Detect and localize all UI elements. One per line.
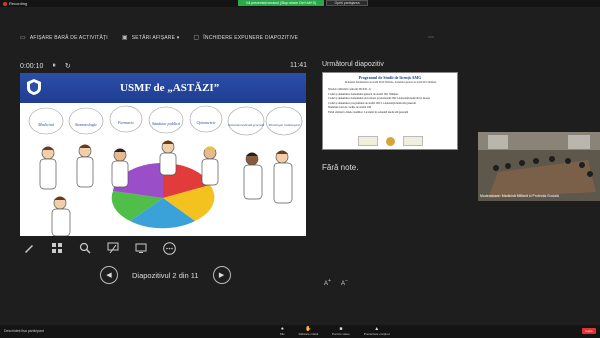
more-slide-options-icon[interactable]	[162, 241, 176, 255]
bubble-label-stomatologie: Stomatologie	[75, 122, 97, 127]
next-slide-subtitle: Domeniul fundamental de studii 0910 Sănă…	[344, 81, 437, 84]
taskbar-icon: ▭	[20, 35, 26, 41]
meeting-bottom-bar: Deschideți fișa participant ● Mic ✋ Ridi…	[0, 325, 600, 338]
stop-share-button[interactable]: Opriți partajarea	[326, 0, 368, 6]
video-button[interactable]: ■ Pornire video	[332, 326, 350, 336]
bubble-label-farmacie: Farmacie	[117, 120, 134, 125]
timer-bar: 0:00:10 ⏸ ↻	[20, 62, 71, 70]
diploma-image	[403, 136, 423, 146]
display-settings-button[interactable]: ▣ SETĂRI AFIȘARE ▾	[121, 34, 180, 42]
next-slide-lines: Nivelul calificării conform ISCED - 6 Co…	[328, 88, 454, 116]
bubble-label-optometrie: Optometrie	[196, 120, 215, 125]
mic-label: Mic	[280, 332, 285, 336]
specialties-illustration: Medicină Stomatologie Farmacie Sănătate …	[28, 105, 303, 236]
raise-hand-button[interactable]: ✋ Ridicare mână	[299, 326, 318, 336]
pause-icon[interactable]: ⏸	[52, 62, 56, 70]
sharing-banner[interactable]: Vă prezentați ecranul (Stop share Ctrl+A…	[238, 0, 324, 6]
share-content-button[interactable]: ▲ Prezentare conținut	[364, 326, 390, 336]
black-screen-icon[interactable]	[134, 241, 148, 255]
slide-illustration: Medicină Stomatologie Farmacie Sănătate …	[20, 103, 306, 236]
meeting-controls: ● Mic ✋ Ridicare mână ■ Pornire video ▲ …	[280, 326, 390, 336]
conference-room-image	[478, 132, 600, 201]
leave-meeting-button[interactable]: Ieșire	[582, 328, 596, 334]
elapsed-time: 0:00:10	[20, 62, 44, 70]
mic-button[interactable]: ● Mic	[280, 326, 285, 336]
slide-header: USMF de „ASTĂZI”	[20, 73, 306, 103]
previous-slide-button[interactable]: ◀	[100, 266, 118, 284]
slide-title: USMF de „ASTĂZI”	[120, 82, 220, 94]
seal-icon	[386, 136, 395, 146]
reset-timer-icon[interactable]: ↻	[65, 62, 71, 70]
share-label: Prezentare conținut	[363, 332, 390, 336]
video-label: Pornire video	[332, 332, 350, 336]
next-slide-preview[interactable]: Programul de Studii de licență AMG Domen…	[322, 72, 458, 150]
bubble-label-medicina: Medicină	[37, 122, 54, 127]
participants-link[interactable]: Deschideți fișa participant	[4, 329, 44, 333]
slide-tools	[22, 241, 176, 255]
bubble-label-sanatate-publica: Sănătate publică	[152, 121, 180, 126]
end-slideshow-icon: ▢	[193, 35, 200, 41]
participant-name: Moderatoare: Medicină Militară și Protec…	[480, 194, 559, 198]
more-options-icon[interactable]: ⋯	[428, 34, 434, 41]
show-taskbar-button[interactable]: ▭ AFIȘARE BARĂ DE ACTIVITĂȚI	[20, 34, 108, 42]
record-dot-icon	[3, 1, 7, 6]
next-slide-documents	[343, 135, 438, 147]
next-slide-button[interactable]: ▶	[212, 266, 231, 284]
bubble-label-tehnologie-radiologica: Tehnologie radiologică	[268, 123, 300, 127]
current-time: 11:41	[290, 62, 307, 69]
see-all-slides-icon[interactable]	[50, 241, 64, 255]
decrease-font-icon[interactable]: A−	[341, 278, 348, 287]
pointer-options-icon[interactable]	[106, 241, 120, 255]
bubble-label-asistenta-medicala: Asistență medicală generală	[227, 123, 265, 127]
increase-font-icon[interactable]: A+	[324, 278, 331, 287]
meeting-top-bar: Recording Vă prezentați ecranul (Stop sh…	[0, 0, 600, 7]
monitor-icon: ▣	[121, 35, 128, 41]
next-slide-title: Programul de Studii de licență AMG	[358, 75, 422, 80]
slide-navigation: ◀ Diapozitivul 2 din 11 ▶	[100, 266, 231, 284]
raise-hand-label: Ridicare mână	[298, 332, 319, 336]
chevron-right-icon: ▶	[218, 272, 225, 279]
presenter-toolbar: ▭ AFIȘARE BARĂ DE ACTIVITĂȚI ▣ SETĂRI AF…	[20, 34, 299, 42]
next-slide-line: Titlul obținut la finele studiilor: Lice…	[328, 110, 409, 114]
display-settings-label: SETĂRI AFIȘARE ▾	[131, 34, 180, 41]
certificate-image	[358, 136, 378, 146]
next-slide-heading: Următorul diapozitiv	[322, 61, 384, 68]
participant-video[interactable]: Moderatoare: Medicină Militară și Protec…	[478, 132, 600, 201]
pen-icon[interactable]	[22, 241, 36, 255]
notes-font-controls: A+ A−	[324, 278, 348, 287]
speaker-notes: Fără note.	[322, 163, 359, 172]
slide-counter: Diapozitivul 2 din 11	[132, 270, 199, 280]
zoom-icon[interactable]	[78, 241, 92, 255]
usmf-logo-icon	[27, 79, 41, 95]
end-slideshow-button[interactable]: ▢ ÎNCHIDERE EXPUNERE DIAPOZITIVE	[193, 34, 299, 42]
show-taskbar-label: AFIȘARE BARĂ DE ACTIVITĂȚI	[29, 34, 108, 41]
recording-label: Recording	[9, 1, 28, 6]
recording-indicator: Recording	[3, 1, 27, 6]
end-slideshow-label: ÎNCHIDERE EXPUNERE DIAPOZITIVE	[203, 34, 299, 41]
chevron-left-icon: ◀	[106, 272, 112, 279]
current-slide[interactable]: USMF de „ASTĂZI” Medicină Stomatologie F…	[20, 73, 306, 236]
